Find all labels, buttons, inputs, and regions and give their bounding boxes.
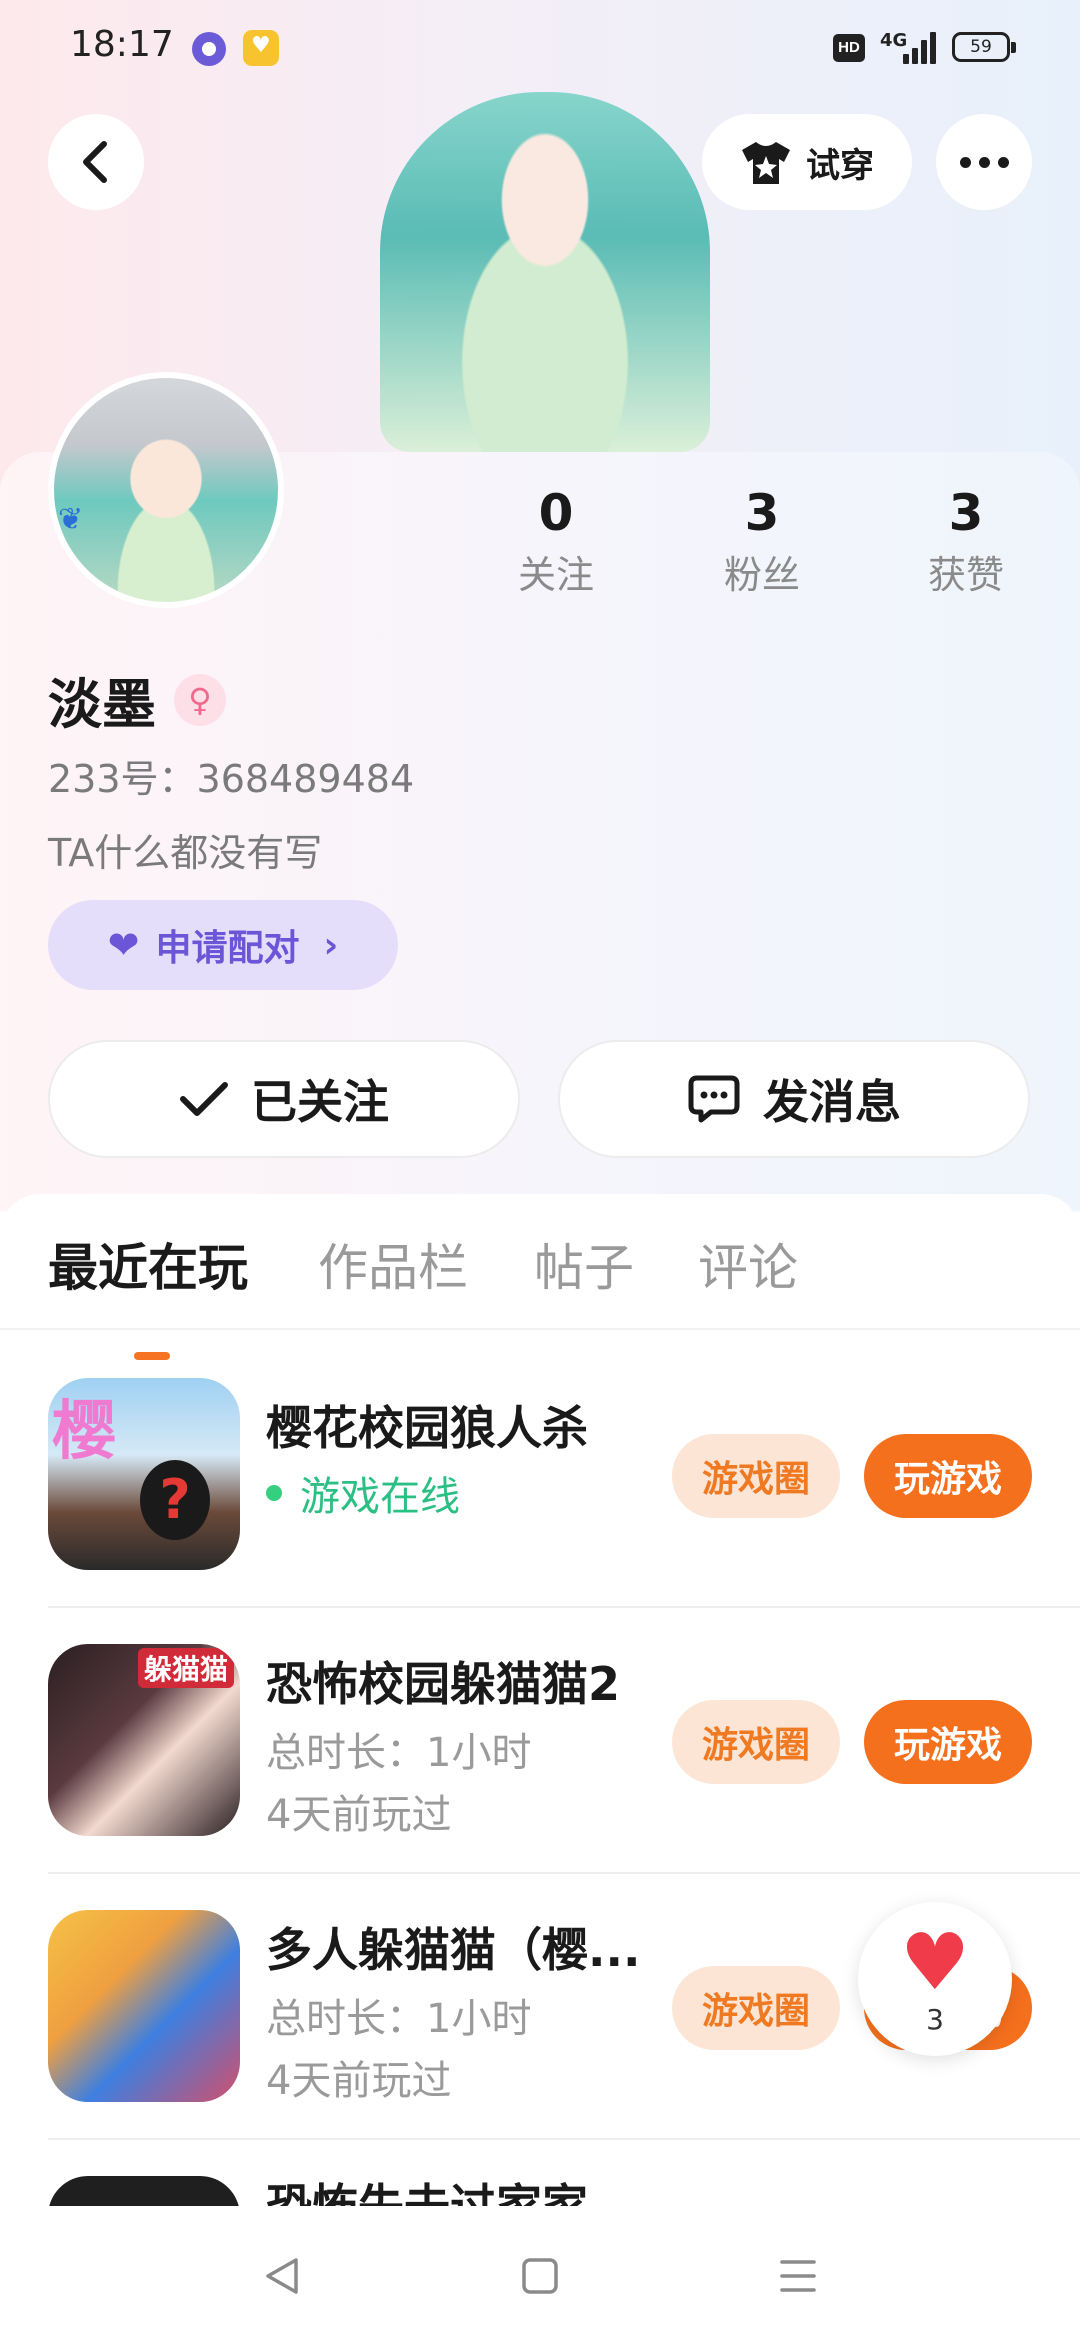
app-notification-icon [192,32,226,66]
following-button[interactable]: 已关注 [48,1040,520,1158]
checkmark-icon [180,1082,228,1116]
game-row[interactable]: 樱 ? 樱花校园狼人杀 游戏在线 游戏圈 玩游戏 [0,1342,1080,1608]
likes-label: 获赞 [927,553,1004,597]
game-icon[interactable]: 樱 ? [48,1378,240,1570]
nav-back-icon[interactable] [252,2246,312,2306]
game-circle-button[interactable]: 游戏圈 [672,1700,840,1784]
game-icon-text: 樱 [52,1395,116,1469]
tab-recently-played[interactable]: 最近在玩 [48,1228,248,1300]
back-button[interactable] [48,114,144,210]
play-duration: 总时长：1小时 [266,1996,532,2042]
nav-menu-icon[interactable] [768,2246,828,2306]
pair-label: 申请配对 [155,928,300,969]
user-id: 233号：368489484 [48,757,415,801]
tab-works[interactable]: 作品栏 [318,1228,468,1300]
question-mark-icon: ? [140,1460,210,1540]
online-dot-icon [266,1485,282,1501]
hd-badge: HD [833,34,865,62]
following-label: 已关注 [251,1075,389,1129]
following-count: 0 [538,484,574,542]
signal-icon [903,30,939,64]
play-duration: 总时长：1小时 [266,1730,532,1776]
game-online-status: 游戏在线 [266,1464,460,1522]
message-label: 发消息 [763,1075,901,1129]
online-label: 游戏在线 [300,1474,460,1520]
game-title: 多人躲猫猫（樱... [266,1923,641,1977]
heart-icon: ♥ [900,1917,970,2008]
tabs-divider [0,1328,1080,1330]
following-label: 关注 [517,553,594,597]
game-title: 恐怖校园躲猫猫2 [266,1657,621,1711]
likes-count: 3 [948,484,984,542]
chevron-right-icon: › [323,924,339,966]
row-divider [48,2138,1080,2140]
game-title: 樱花校园狼人杀 [266,1401,588,1455]
game-icon[interactable]: 躲猫猫 [48,1644,240,1836]
stat-following[interactable]: 0 关注 [476,478,636,602]
play-game-button[interactable]: 玩游戏 [864,1700,1032,1784]
game-icon-text: 躲猫猫 [137,1648,234,1688]
user-bio: TA什么都没有写 [48,831,323,875]
heart-pair-icon: ❤ [107,923,140,967]
more-dots-icon [959,156,1009,168]
stat-fans[interactable]: 3 粉丝 [682,478,842,602]
try-on-label: 试穿 [806,145,874,186]
user-name: 淡墨 [48,673,156,736]
fans-count: 3 [744,484,780,542]
status-time: 18:17 [70,24,174,65]
back-arrow-icon [83,141,107,183]
status-bar: 18:17 HD 4G 59 [0,0,1080,96]
floating-like-button[interactable]: ♥ 3 [858,1902,1012,2056]
system-nav-bar [0,2206,1080,2340]
request-pair-button[interactable]: ❤ 申请配对 › [48,900,398,990]
try-on-button[interactable]: 试穿 [702,114,912,210]
tshirt-icon [742,142,790,184]
name-row: 淡墨 ♀ [48,660,226,739]
tab-bar: 最近在玩 作品栏 帖子 评论 [0,1228,1080,1360]
battery-icon: 59 [952,32,1016,62]
butterfly-decoration-icon: ❦ [58,502,84,537]
3d-avatar-figure [380,92,710,452]
send-message-button[interactable]: 发消息 [558,1040,1030,1158]
last-played: 4天前玩过 [266,2058,452,2104]
game-row-partial[interactable]: 恐怖失去过家家 [0,2176,1080,2206]
play-game-button[interactable]: 玩游戏 [864,1434,1032,1518]
chat-bubble-icon [688,1075,740,1123]
fans-label: 粉丝 [723,553,800,597]
game-icon [48,2176,240,2206]
like-count: 3 [926,2002,944,2036]
game-circle-button[interactable]: 游戏圈 [672,1434,840,1518]
stat-likes[interactable]: 3 获赞 [886,478,1046,602]
last-played: 4天前玩过 [266,1792,452,1838]
game-icon[interactable] [48,1910,240,2102]
more-options-button[interactable] [936,114,1032,210]
tab-posts[interactable]: 帖子 [534,1228,634,1300]
app-notification-icon-2 [243,30,279,66]
game-title: 恐怖失去过家家 [266,2179,588,2206]
nav-home-icon[interactable] [510,2246,570,2306]
tab-comments[interactable]: 评论 [698,1228,798,1300]
female-icon: ♀ [174,673,226,726]
game-circle-button[interactable]: 游戏圈 [672,1966,840,2050]
game-row[interactable]: 躲猫猫 恐怖校园躲猫猫2 总时长：1小时 4天前玩过 游戏圈 玩游戏 [0,1608,1080,1874]
avatar[interactable] [48,372,284,608]
